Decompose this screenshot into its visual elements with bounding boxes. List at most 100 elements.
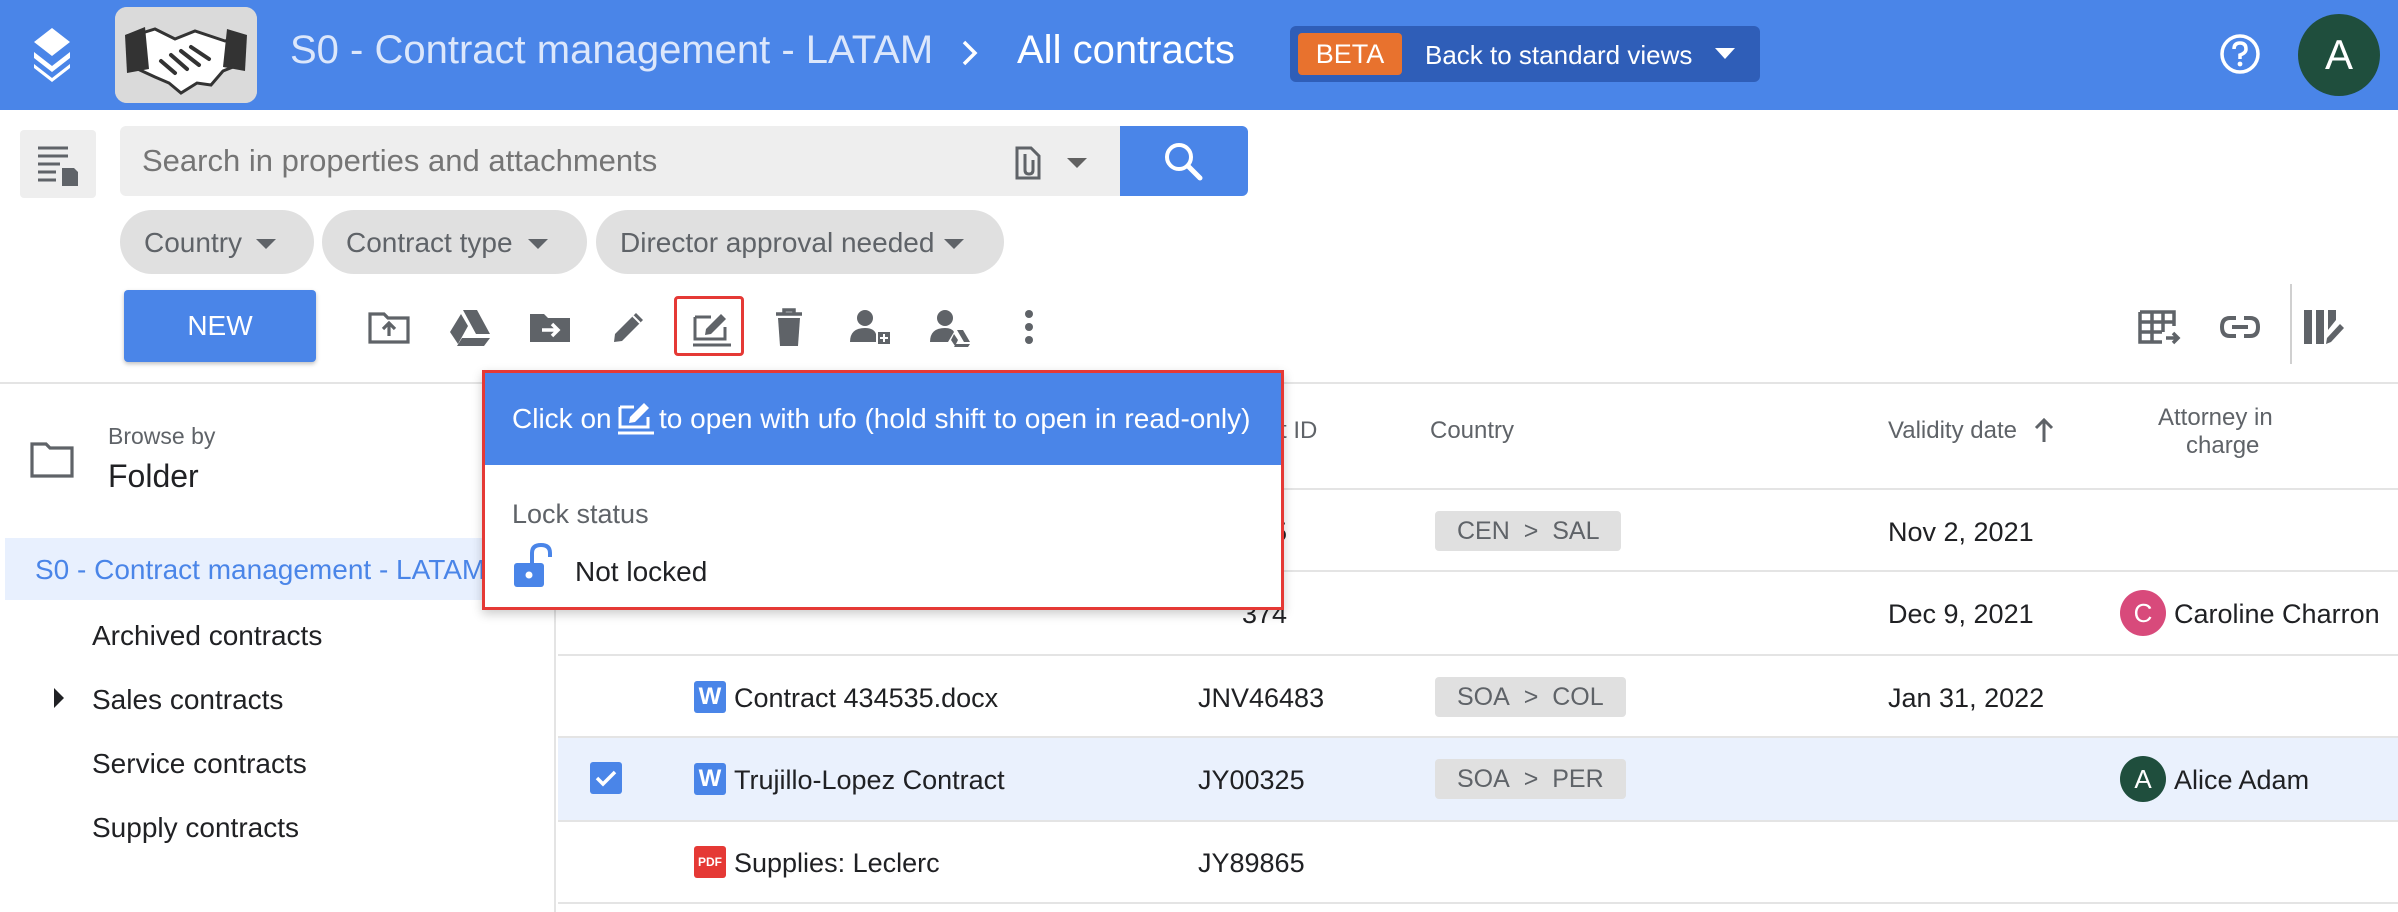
column-header-attorney-line2[interactable]: charge	[2186, 432, 2259, 460]
row-divider	[558, 736, 2398, 738]
folder-icon	[30, 442, 74, 478]
user-drive-button[interactable]	[922, 300, 974, 352]
attorney-avatar: C	[2120, 590, 2166, 636]
back-to-standard-views-label: Back to standard views	[1425, 40, 1693, 70]
word-file-icon: W	[694, 681, 726, 713]
delete-button[interactable]	[762, 300, 814, 352]
filter-chip-label: Contract type	[346, 227, 513, 258]
help-icon[interactable]	[2218, 32, 2262, 76]
copy-link-button[interactable]	[2212, 300, 2264, 352]
column-header-attorney-line1[interactable]: Attorney in	[2158, 404, 2273, 432]
open-with-ufo-icon	[693, 314, 731, 347]
sidebar-item-sales-contracts[interactable]: Sales contracts	[92, 684, 283, 716]
sort-ascending-icon[interactable]	[2032, 416, 2056, 444]
toggle-sidebar-button[interactable]	[20, 130, 96, 198]
assign-user-icon	[850, 310, 890, 344]
edit-button[interactable]	[602, 300, 654, 352]
caret-down-icon	[256, 239, 276, 249]
sidebar-item-service-contracts[interactable]: Service contracts	[92, 748, 307, 780]
country-label: PER	[1552, 765, 1604, 793]
search-icon	[1165, 143, 1203, 181]
row-attorney[interactable]: Caroline Charron	[2174, 599, 2380, 630]
row-contract-id: JY89865	[1198, 848, 1305, 878]
column-settings-icon	[2304, 310, 2344, 344]
caret-down-icon	[528, 239, 548, 249]
export-table-button[interactable]	[2132, 300, 2184, 352]
row-contract-name[interactable]: Trujillo-Lopez Contract	[734, 765, 1005, 796]
search-button[interactable]	[1120, 126, 1248, 196]
more-actions-button[interactable]	[1002, 300, 1054, 352]
popup-header: Click on to open with ufo (hold shift to…	[485, 373, 1281, 465]
toolbar-divider	[2290, 284, 2292, 364]
country-tag[interactable]: SOA > COL	[1435, 677, 1626, 717]
attachment-search-icon[interactable]	[1005, 140, 1049, 184]
link-icon	[2219, 316, 2261, 338]
pdf-file-icon: PDF	[694, 846, 726, 878]
beta-badge: BETA	[1298, 33, 1402, 75]
row-divider	[558, 902, 2398, 904]
upload-folder-icon	[368, 312, 410, 344]
row-contract-name[interactable]: Supplies: Leclerc	[734, 848, 940, 879]
region-label: CEN	[1457, 517, 1510, 545]
separator: >	[1523, 765, 1539, 793]
current-view-title: All contracts	[1017, 28, 1235, 72]
row-contract-name[interactable]: Contract 434535.docx	[734, 683, 998, 714]
country-label: COL	[1552, 683, 1604, 711]
export-table-icon	[2138, 310, 2181, 345]
chevron-right-icon	[962, 40, 978, 66]
row-attorney[interactable]: Alice Adam	[2174, 765, 2309, 796]
top-bar: S0 - Contract management - LATAM All con…	[0, 0, 2398, 110]
country-tag[interactable]: SOA > PER	[1435, 759, 1626, 799]
row-validity-date: Dec 9, 2021	[1888, 599, 2034, 629]
column-header-country[interactable]: Country	[1430, 417, 1514, 445]
expand-arrow-icon[interactable]	[54, 688, 64, 708]
edit-pencil-icon	[614, 313, 643, 342]
assign-user-button[interactable]	[842, 300, 894, 352]
filter-chip-label: Director approval needed	[620, 227, 935, 258]
row-checkbox-checked[interactable]	[590, 762, 622, 794]
column-header-validity-date[interactable]: Validity date	[1888, 417, 2017, 445]
search-options-caret-icon[interactable]	[1067, 158, 1087, 168]
google-drive-button[interactable]	[442, 300, 494, 352]
sidebar-item-archived-contracts[interactable]: Archived contracts	[92, 620, 322, 652]
column-settings-button[interactable]	[2296, 300, 2348, 352]
google-drive-icon	[450, 310, 490, 346]
lock-status-label: Lock status	[512, 499, 649, 529]
delete-icon	[776, 308, 802, 346]
row-contract-id: JY00325	[1198, 765, 1305, 795]
browse-by-value[interactable]: Folder	[108, 458, 199, 495]
separator: >	[1523, 517, 1539, 545]
sidebar-item-root-folder[interactable]: S0 - Contract management - LATAM	[5, 538, 555, 600]
upload-to-folder-button[interactable]	[362, 300, 414, 352]
country-tag[interactable]: CEN > SAL	[1435, 511, 1622, 551]
app-title[interactable]: S0 - Contract management - LATAM	[290, 28, 933, 73]
app-logo-icon[interactable]	[22, 24, 82, 84]
filter-chip-contract-type[interactable]: Contract type	[322, 210, 587, 274]
filter-chip-director-approval[interactable]: Director approval needed	[596, 210, 1004, 274]
user-avatar[interactable]: A	[2298, 14, 2380, 96]
open-with-ufo-button[interactable]	[674, 296, 744, 356]
column-header-contract-id[interactable]: t ID	[1280, 417, 1317, 445]
search-bar	[120, 126, 1120, 196]
sidebar-item-supply-contracts[interactable]: Supply contracts	[92, 812, 299, 844]
row-validity-date: Nov 2, 2021	[1888, 517, 2034, 547]
country-label: SAL	[1552, 517, 1600, 545]
attorney-avatar: A	[2120, 756, 2166, 802]
row-validity-date: Jan 31, 2022	[1888, 683, 2045, 713]
region-label: SOA	[1457, 683, 1510, 711]
handshake-logo	[115, 7, 257, 103]
popup-hint-text-start: Click on	[512, 403, 612, 434]
move-to-folder-button[interactable]	[522, 300, 574, 352]
back-to-standard-views-dropdown[interactable]: BETA Back to standard views	[1290, 26, 1760, 82]
filter-chip-country[interactable]: Country	[120, 210, 314, 274]
row-contract-id: JNV46483	[1198, 683, 1325, 713]
new-button[interactable]: NEW	[124, 290, 316, 362]
search-input[interactable]	[142, 144, 962, 178]
browse-by-label: Browse by	[108, 423, 216, 449]
open-with-ufo-icon	[618, 403, 654, 435]
checkmark-icon	[595, 770, 617, 787]
caret-down-icon	[944, 239, 964, 249]
caret-down-icon	[1715, 48, 1735, 59]
more-vert-icon	[1025, 310, 1033, 344]
ufo-lock-status-popup: Click on to open with ufo (hold shift to…	[482, 370, 1284, 610]
